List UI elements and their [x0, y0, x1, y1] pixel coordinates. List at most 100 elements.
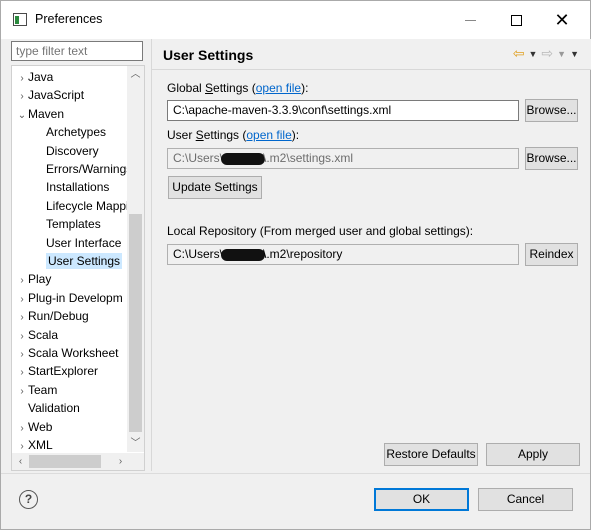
page-header: User Settings ⇦ ▼ ⇨ ▼ ▼ — [152, 39, 591, 70]
tree-item[interactable]: Lifecycle Mappi — [42, 197, 129, 215]
forward-dropdown-icon[interactable]: ▼ — [557, 49, 566, 59]
expand-chevron-icon[interactable]: › — [16, 291, 28, 309]
tree-item[interactable]: › Play — [16, 270, 51, 288]
tree-item[interactable]: Installations — [42, 178, 109, 196]
user-settings-field[interactable]: C:\Users\ \.m2\settings.xml — [167, 148, 519, 169]
local-repository-field[interactable]: C:\Users\ \.m2\repository — [167, 244, 519, 265]
filter-input[interactable] — [11, 41, 143, 61]
update-settings-button[interactable]: Update Settings — [168, 176, 262, 199]
global-label-end: ): — [301, 81, 309, 95]
tree-item-label: StartExplorer — [28, 364, 99, 379]
tree-item-label: User Settings — [46, 253, 123, 269]
global-browse-button[interactable]: Browse... — [525, 99, 578, 122]
global-open-file-link[interactable]: open file — [256, 81, 301, 95]
title-bar: Preferences ✕ — [1, 1, 590, 39]
user-path-prefix: C:\Users\ — [173, 151, 224, 165]
expand-chevron-icon[interactable]: › — [16, 346, 28, 364]
expand-chevron-icon[interactable]: ⌄ — [16, 107, 28, 125]
tree-item[interactable]: › Run/Debug — [16, 307, 89, 327]
redaction-mark — [221, 152, 266, 165]
tree-item[interactable]: › Scala Worksheet — [16, 344, 119, 364]
tree-item[interactable]: › XML — [16, 436, 53, 454]
user-label-suffix: ettings ( — [203, 128, 247, 142]
tree-item[interactable]: › Java — [16, 68, 53, 86]
close-button[interactable]: ✕ — [547, 7, 577, 33]
expand-chevron-icon[interactable]: › — [16, 383, 28, 401]
tree-item[interactable]: › JavaScript — [16, 86, 84, 104]
tree-item[interactable]: › Team — [16, 381, 57, 399]
global-settings-label: Global Settings (open file): — [167, 81, 308, 95]
tree-item[interactable]: Validation — [16, 399, 80, 417]
back-arrow-icon[interactable]: ⇦ — [513, 45, 525, 62]
expand-chevron-icon[interactable]: › — [16, 88, 28, 106]
help-icon[interactable]: ? — [19, 490, 38, 509]
tree-item-label: Team — [28, 382, 58, 397]
forward-arrow-icon[interactable]: ⇨ — [541, 45, 553, 62]
user-path-suffix: \.m2\settings.xml — [263, 151, 354, 165]
tree-item-label: Web — [28, 419, 53, 434]
tree-item-label: Scala — [28, 327, 59, 342]
restore-defaults-button[interactable]: Restore Defaults — [384, 443, 478, 466]
tree-item[interactable]: › Web — [16, 418, 52, 436]
expand-chevron-icon[interactable]: › — [16, 420, 28, 438]
global-label-access-key: S — [205, 81, 214, 95]
preferences-dialog: Preferences ✕ ›Java›JavaScript⌄MavenArch… — [0, 0, 591, 530]
page-navigation-tools: ⇦ ▼ ⇨ ▼ ▼ — [513, 45, 579, 62]
global-label-suffix: ettings ( — [213, 81, 256, 95]
tree-horizontal-scrollbar[interactable]: ‹ › — [12, 453, 144, 470]
user-label-end: ): — [291, 128, 300, 142]
expand-chevron-icon[interactable]: › — [16, 272, 28, 290]
tree-item-label: Java — [28, 70, 54, 84]
apply-button[interactable]: Apply — [486, 443, 580, 466]
tree-item-label: Run/Debug — [28, 309, 89, 324]
tree-item[interactable]: User Settings — [42, 252, 123, 270]
expand-chevron-icon[interactable]: › — [16, 309, 28, 327]
user-label-prefix: User — [167, 128, 196, 142]
tree-item-label: Maven — [28, 106, 65, 121]
maximize-button[interactable] — [501, 7, 531, 33]
tree-item[interactable]: Archetypes — [42, 123, 106, 141]
user-open-file-link[interactable]: open file — [246, 128, 291, 142]
repo-path-prefix: C:\Users\ — [173, 247, 224, 261]
horizontal-scroll-thumb[interactable] — [29, 455, 101, 468]
expand-chevron-icon[interactable]: › — [16, 328, 28, 346]
tree-item[interactable]: › StartExplorer — [16, 362, 98, 380]
tree-item[interactable]: › Plug-in Developm — [16, 289, 123, 309]
user-settings-page: User Settings ⇦ ▼ ⇨ ▼ ▼ Global Settings … — [151, 39, 591, 471]
cancel-button[interactable]: Cancel — [478, 488, 573, 511]
tree-item[interactable]: Discovery — [42, 142, 99, 160]
user-label-access-key: S — [195, 128, 204, 142]
vertical-scroll-thumb[interactable] — [129, 214, 142, 432]
global-settings-field[interactable]: C:\apache-maven-3.3.9\conf\settings.xml — [167, 100, 519, 121]
ok-button[interactable]: OK — [374, 488, 469, 511]
preferences-navigation: ›Java›JavaScript⌄MavenArchetypesDiscover… — [9, 41, 147, 471]
maximize-icon — [510, 14, 522, 26]
tree-item[interactable]: Templates — [42, 215, 101, 233]
minimize-button[interactable] — [455, 7, 485, 33]
tree-item-label: User Interface — [46, 235, 122, 250]
tree-item-label: Plug-in Developm — [28, 290, 123, 305]
user-settings-label: User Settings (open file): — [167, 128, 299, 142]
tree-item-label: Discovery — [46, 143, 99, 158]
tree-item-label: XML — [28, 438, 53, 452]
scroll-up-icon[interactable]: ︿ — [127, 66, 144, 83]
tree-item-label: Errors/Warnings — [46, 162, 133, 176]
scroll-left-icon[interactable]: ‹ — [12, 453, 29, 470]
tree-item[interactable]: ⌄ Maven — [16, 105, 64, 123]
scroll-right-icon[interactable]: › — [112, 453, 129, 470]
expand-chevron-icon[interactable]: › — [16, 364, 28, 382]
expand-chevron-icon[interactable]: › — [16, 70, 28, 88]
tree-item[interactable]: Errors/Warnings — [42, 160, 132, 178]
view-menu-icon[interactable]: ▼ — [570, 49, 579, 59]
tree-item-label: Scala Worksheet — [28, 346, 119, 360]
tree-item[interactable]: User Interface — [42, 234, 121, 252]
tree-vertical-scrollbar[interactable]: ︿ ﹀ — [127, 66, 144, 452]
close-icon: ✕ — [554, 9, 570, 30]
tree-item[interactable]: › Scala — [16, 326, 58, 344]
reindex-button[interactable]: Reindex — [525, 243, 578, 266]
preferences-tree: › Java › JavaScript ⌄ Maven Archetypes Discover… — [11, 65, 145, 471]
scroll-down-icon[interactable]: ﹀ — [127, 435, 144, 452]
user-browse-button[interactable]: Browse... — [525, 147, 578, 170]
back-dropdown-icon[interactable]: ▼ — [529, 49, 538, 59]
repo-path-suffix: \.m2\repository — [263, 247, 343, 261]
